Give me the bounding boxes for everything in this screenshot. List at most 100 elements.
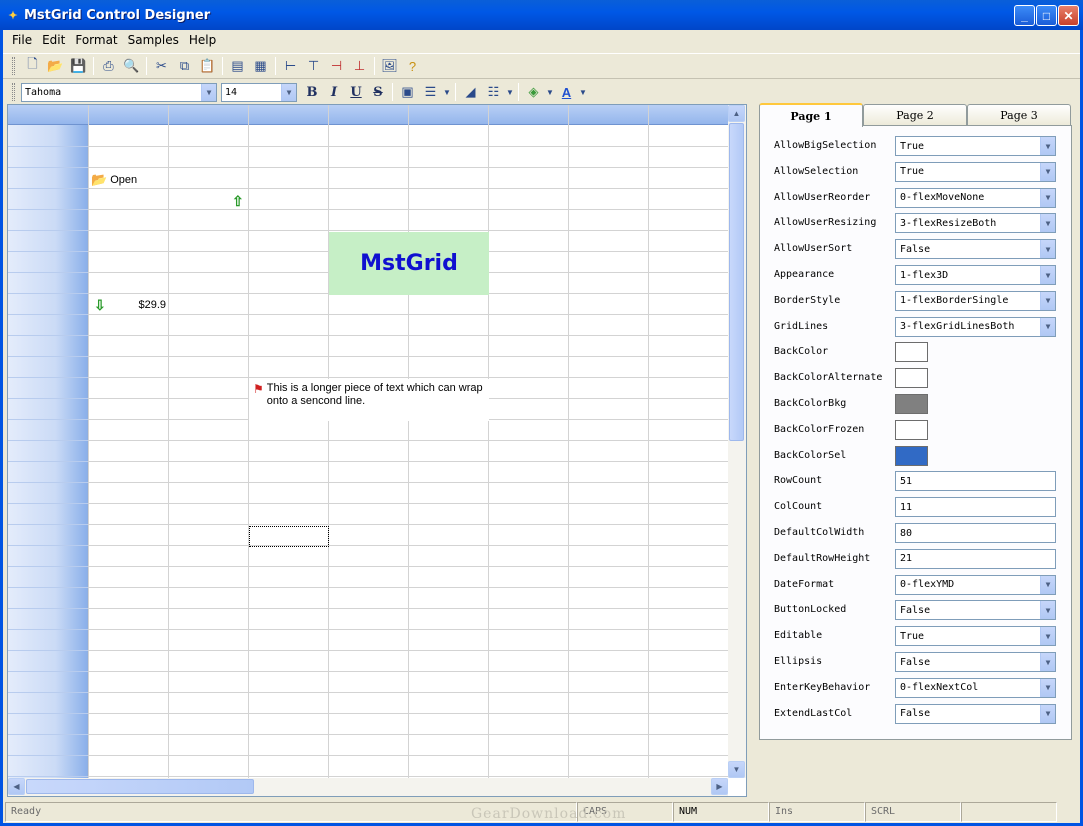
row-header-divider[interactable] [8, 608, 88, 609]
underline-button[interactable]: U [345, 82, 367, 102]
row-header-divider[interactable] [8, 335, 88, 336]
scroll-right-button[interactable]: ▶ [711, 778, 728, 795]
property-combo[interactable]: 1-flex3D ▼ [895, 265, 1056, 285]
property-combo[interactable]: False ▼ [895, 600, 1056, 621]
property-combo[interactable]: False ▼ [895, 652, 1056, 672]
tab-page-3[interactable]: Page 3 [967, 104, 1071, 126]
open-icon[interactable]: 📂 [44, 55, 67, 77]
save-icon[interactable]: 💾 [67, 55, 90, 77]
chevron-down-icon[interactable]: ▼ [1040, 704, 1055, 723]
chevron-down-icon[interactable]: ▼ [1040, 266, 1055, 284]
row-header-divider[interactable] [8, 776, 88, 777]
price-cell[interactable]: $29.9 [128, 297, 166, 313]
print-icon[interactable]: ⎙ [97, 55, 120, 77]
row-header-divider[interactable] [8, 566, 88, 567]
bold-button[interactable]: B [301, 82, 323, 102]
tab-page-1[interactable]: Page 1 [759, 103, 863, 127]
fill-color-icon[interactable]: ◈ [522, 81, 545, 103]
row-header-divider[interactable] [8, 734, 88, 735]
minimize-button[interactable]: _ [1014, 5, 1035, 26]
row-header-divider[interactable] [8, 755, 88, 756]
chevron-down-icon[interactable]: ▼ [1040, 240, 1055, 259]
menu-help[interactable]: Help [184, 33, 221, 47]
property-textbox[interactable]: 80 [895, 523, 1056, 543]
selected-cell[interactable] [249, 526, 329, 547]
text-effect-icon[interactable]: ◢ [459, 81, 482, 103]
property-combo[interactable]: 3-flexGridLinesBoth ▼ [895, 316, 1056, 337]
chevron-down-icon[interactable]: ▼ [1040, 162, 1055, 181]
vertical-scroll-thumb[interactable] [729, 123, 744, 441]
property-combo[interactable]: False ▼ [895, 239, 1056, 260]
row-header-divider[interactable] [8, 272, 88, 273]
italic-button[interactable]: I [323, 82, 345, 102]
menu-samples[interactable]: Samples [123, 33, 184, 47]
grid-control[interactable]: 📂 Open ⇧ MstGrid ⇩ $29.9 ⚑ This is a lon… [7, 104, 747, 797]
property-textbox[interactable]: 11 [895, 497, 1056, 518]
scroll-down-button[interactable]: ▼ [728, 761, 745, 778]
vertical-scrollbar[interactable]: ▲ ▼ [728, 105, 746, 778]
row-header-divider[interactable] [8, 398, 88, 399]
close-button[interactable]: ✕ [1058, 5, 1079, 26]
chevron-down-icon[interactable]: ▼ [442, 81, 452, 103]
row-header-divider[interactable] [8, 356, 88, 357]
property-combo[interactable]: 0-flexYMD ▼ [895, 574, 1056, 595]
row-header-divider[interactable] [8, 692, 88, 693]
property-combo[interactable]: True ▼ [895, 136, 1056, 156]
property-textbox[interactable]: 51 [895, 471, 1056, 492]
row-header-divider[interactable] [8, 545, 88, 546]
border-icon[interactable]: ☷ [482, 81, 505, 103]
row-header-divider[interactable] [8, 713, 88, 714]
delete-col-icon[interactable]: ⊥ [348, 55, 371, 77]
row-header-column[interactable] [8, 125, 88, 778]
row-header-divider[interactable] [8, 587, 88, 588]
strikethrough-button[interactable]: S [367, 82, 389, 102]
color-swatch[interactable] [895, 368, 928, 389]
chevron-down-icon[interactable]: ▼ [505, 81, 515, 103]
color-swatch[interactable] [895, 394, 928, 414]
chevron-down-icon[interactable]: ▼ [1040, 575, 1055, 594]
menu-edit[interactable]: Edit [37, 33, 70, 47]
chevron-down-icon[interactable]: ▼ [201, 83, 216, 101]
color-swatch[interactable] [895, 419, 928, 440]
property-combo[interactable]: 1-flexBorderSingle ▼ [895, 290, 1056, 311]
cell-picture-icon[interactable]: ▣ [396, 81, 419, 103]
chevron-down-icon[interactable]: ▼ [1040, 291, 1055, 310]
delete-row-icon[interactable]: ⊣ [325, 55, 348, 77]
row-header-divider[interactable] [8, 230, 88, 231]
row-header-divider[interactable] [8, 629, 88, 630]
maximize-button[interactable]: □ [1036, 5, 1057, 26]
row-header-divider[interactable] [8, 524, 88, 525]
horizontal-scrollbar[interactable]: ◀ ▶ [8, 778, 728, 796]
chevron-down-icon[interactable]: ▼ [545, 81, 555, 103]
wrap-text-cell[interactable]: ⚑ This is a longer piece of text which c… [249, 379, 489, 421]
row-header-divider[interactable] [8, 314, 88, 315]
grid-icon[interactable]: ▤ [226, 55, 249, 77]
chevron-down-icon[interactable]: ▼ [578, 81, 588, 103]
cut-icon[interactable]: ✂ [150, 55, 173, 77]
property-combo[interactable]: 0-flexNextCol ▼ [895, 677, 1056, 698]
property-textbox[interactable]: 21 [895, 548, 1056, 569]
row-header-divider[interactable] [8, 440, 88, 441]
chevron-down-icon[interactable]: ▼ [1040, 137, 1055, 155]
scroll-up-button[interactable]: ▲ [728, 105, 745, 122]
help-icon[interactable]: ? [401, 55, 424, 77]
property-combo[interactable]: True ▼ [895, 161, 1056, 182]
row-header-divider[interactable] [8, 167, 88, 168]
property-combo[interactable]: 3-flexResizeBoth ▼ [895, 213, 1056, 234]
property-combo[interactable]: True ▼ [895, 626, 1056, 647]
new-icon[interactable]: 🗋 [21, 55, 44, 77]
menu-format[interactable]: Format [70, 33, 122, 47]
toolbar-grip[interactable] [12, 83, 15, 101]
chevron-down-icon[interactable]: ▼ [281, 83, 296, 101]
picture-icon[interactable]: 🖼 [378, 55, 401, 77]
print-preview-icon[interactable]: 🔍 [120, 55, 143, 77]
table-icon[interactable]: ▦ [249, 55, 272, 77]
row-header-divider[interactable] [8, 188, 88, 189]
chevron-down-icon[interactable]: ▼ [1040, 214, 1055, 233]
insert-row-icon[interactable]: ⊢ [279, 55, 302, 77]
font-name-combo[interactable]: Tahoma ▼ [21, 82, 217, 102]
insert-col-icon[interactable]: ⊤ [302, 55, 325, 77]
row-header-divider[interactable] [8, 251, 88, 252]
color-swatch[interactable] [895, 342, 928, 363]
copy-icon[interactable]: ⧉ [173, 55, 196, 77]
